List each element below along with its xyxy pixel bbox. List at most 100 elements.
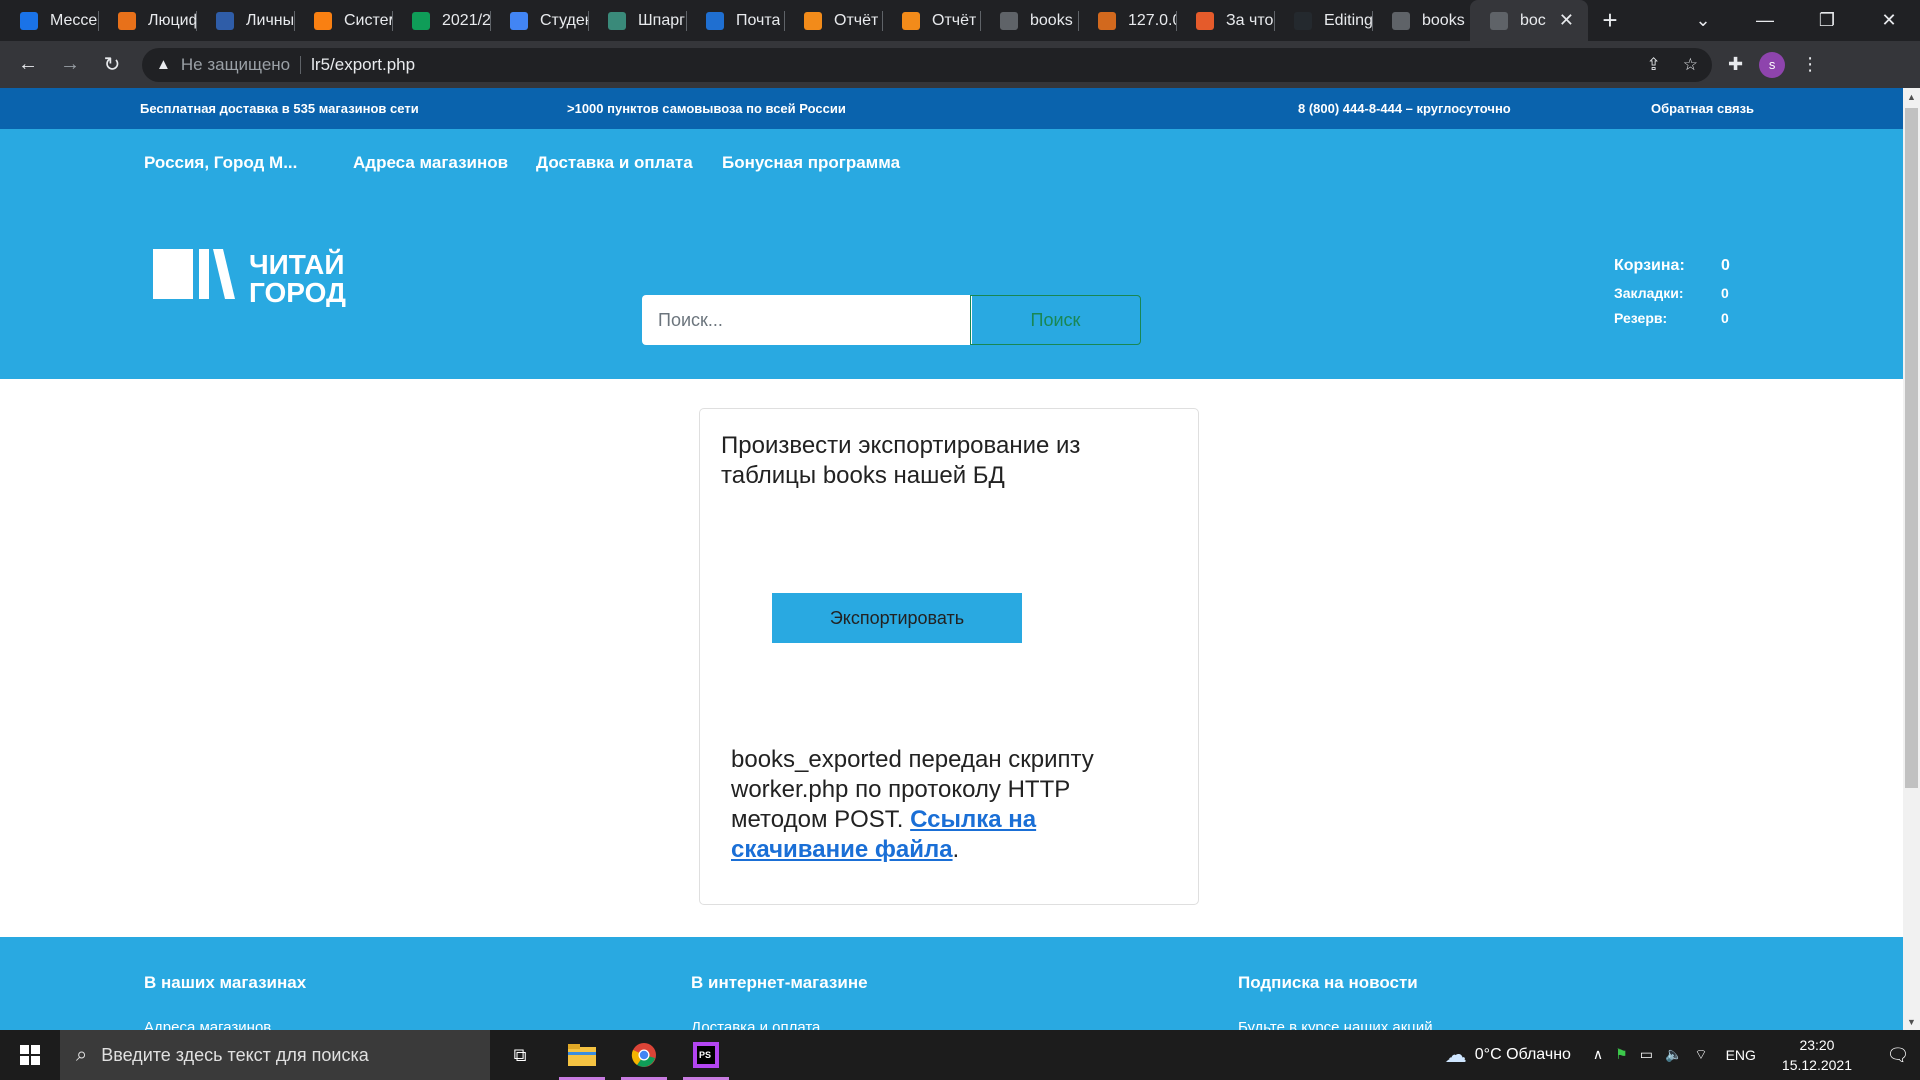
close-tab-icon[interactable]: ✕	[1559, 10, 1574, 31]
cart-label: Корзина:	[1614, 257, 1685, 274]
globe-icon	[1000, 11, 1018, 30]
footer-link-delivery[interactable]: Доставка и оплата	[691, 1019, 820, 1030]
browser-tab[interactable]: books	[980, 0, 1078, 41]
windows-taskbar: ⌕ Введите здесь текст для поиска ⧉ PS ☁ …	[0, 1030, 1920, 1080]
github-icon	[1294, 11, 1312, 30]
network-icon[interactable]: ⌔	[1694, 1046, 1707, 1064]
footer-heading-subscribe: Подписка на новости	[1238, 973, 1418, 992]
notifications-icon[interactable]: 🗨	[1876, 1045, 1920, 1066]
language-indicator[interactable]: ENG	[1726, 1047, 1756, 1063]
nav-link-bonus[interactable]: Бонусная программа	[722, 153, 900, 173]
url-text[interactable]: lr5/export.php	[311, 55, 415, 75]
reload-button[interactable]: ↻	[92, 45, 132, 85]
browser-tabstrip: Мессе Люциф Личны Систем 2021/2 Студен Шпарг По…	[0, 0, 1920, 41]
search-button[interactable]: Поиск	[970, 295, 1141, 345]
browser-tab-label: Отчёт	[834, 11, 879, 29]
cloud-icon	[804, 11, 822, 30]
browser-tab-label: Отчёт	[932, 11, 977, 29]
browser-tab-label: Студен	[540, 11, 588, 29]
bookmarks-value: 0	[1721, 285, 1729, 301]
browser-tab[interactable]: Систем	[294, 0, 392, 41]
browser-tab-label: Мессе	[50, 11, 98, 29]
browser-tab[interactable]: Мессе	[0, 0, 98, 41]
scrollbar-thumb[interactable]	[1905, 108, 1918, 788]
windows-start-button[interactable]	[0, 1030, 60, 1080]
page-scrollbar[interactable]: ▲ ▼	[1903, 88, 1920, 1030]
tab-search-chevron-icon[interactable]: ⌄	[1672, 10, 1734, 31]
browser-tab[interactable]: 127.0.0	[1078, 0, 1176, 41]
browser-tab[interactable]: Editing	[1274, 0, 1372, 41]
litres-icon	[118, 11, 136, 30]
task-view-icon[interactable]: ⧉	[493, 1030, 547, 1080]
browser-tab[interactable]: Шпарг	[588, 0, 686, 41]
new-tab-button[interactable]: +	[1588, 0, 1632, 41]
browser-tab-label: Шпарг	[638, 11, 685, 29]
messenger-icon	[20, 11, 38, 30]
browser-tab-active[interactable]: boc ✕	[1470, 0, 1588, 41]
file-explorer-icon[interactable]	[555, 1030, 609, 1080]
browser-tab[interactable]: Личны	[196, 0, 294, 41]
feedback-link[interactable]: Обратная связь	[1651, 101, 1754, 116]
footer-heading-stores: В наших магазинах	[144, 973, 307, 992]
phone-text[interactable]: 8 (800) 444-8-444 – круглосуточно	[1298, 101, 1511, 116]
footer-link-stores[interactable]: Адреса магазинов	[144, 1019, 271, 1030]
flag-icon[interactable]: ⚑	[1615, 1046, 1628, 1064]
globe-icon	[1490, 11, 1508, 30]
share-icon[interactable]: ⇪	[1647, 55, 1661, 75]
chrome-icon[interactable]	[617, 1030, 671, 1080]
system-tray: ☁ 0°C Облачно ∧ ⚑ ▭ 🔈 ⌔ ENG 23:20 15.12.…	[1445, 1030, 1920, 1080]
browser-tab[interactable]: За что	[1176, 0, 1274, 41]
profile-avatar[interactable]: s	[1759, 51, 1786, 78]
forward-button[interactable]: →	[50, 45, 90, 85]
restore-button[interactable]: ❐	[1796, 10, 1858, 31]
browser-tab[interactable]: Отчёт	[784, 0, 882, 41]
site-topbar: Бесплатная доставка в 535 магазинов сети…	[0, 88, 1903, 129]
clock-date: 15.12.2021	[1781, 1057, 1852, 1073]
not-secure-label[interactable]: Не защищено	[181, 55, 290, 75]
nav-link-stores[interactable]: Адреса магазинов	[353, 153, 508, 173]
browser-tab[interactable]: Отчёт	[882, 0, 980, 41]
cheatsheet-icon	[608, 11, 626, 30]
export-card: Произвести экспортирование из таблицы bo…	[699, 408, 1199, 905]
taskbar-search-box[interactable]: ⌕ Введите здесь текст для поиска	[60, 1030, 490, 1080]
browser-tab-label: 127.0.0	[1128, 11, 1176, 29]
export-button[interactable]: Экспортировать	[772, 593, 1022, 643]
taskbar-search-placeholder: Введите здесь текст для поиска	[101, 1044, 369, 1065]
battery-icon[interactable]: ▭	[1640, 1046, 1653, 1064]
logo-line-2: ГОРОД	[249, 277, 346, 307]
address-divider	[300, 55, 302, 74]
browser-tab-label: Личны	[246, 11, 294, 29]
browser-tab-label: books	[1030, 11, 1073, 29]
minimize-button[interactable]: —	[1734, 10, 1796, 31]
search-input[interactable]	[642, 295, 972, 345]
scroll-up-arrow-icon[interactable]: ▲	[1903, 88, 1920, 105]
browser-tab[interactable]: Люциф	[98, 0, 196, 41]
weather-widget[interactable]: ☁ 0°C Облачно	[1445, 1042, 1571, 1068]
nav-link-delivery[interactable]: Доставка и оплата	[536, 153, 693, 173]
weather-text: 0°C Облачно	[1474, 1046, 1571, 1063]
reserve-label: Резерв:	[1614, 310, 1668, 326]
close-window-button[interactable]: ✕	[1858, 10, 1920, 31]
window-controls: ⌄ — ❐ ✕	[1672, 0, 1920, 41]
back-button[interactable]: ←	[8, 45, 48, 85]
phpstorm-icon[interactable]: PS	[679, 1030, 733, 1080]
show-hidden-icons-chevron-icon[interactable]: ∧	[1593, 1046, 1603, 1064]
browser-tab[interactable]: 2021/2	[392, 0, 490, 41]
browser-tab[interactable]: Почта	[686, 0, 784, 41]
browser-tab-label: books	[1422, 11, 1465, 29]
chitai-gorod-logo[interactable]: ЧИТАЙ ГОРОД	[153, 241, 353, 307]
volume-icon[interactable]: 🔈	[1665, 1046, 1682, 1064]
browser-tab-label: За что	[1226, 11, 1274, 29]
browser-tab-label: Люциф	[148, 11, 196, 29]
taskbar-clock[interactable]: 23:20 15.12.2021	[1782, 1035, 1852, 1075]
docs-icon	[510, 11, 528, 30]
browser-tab[interactable]: books	[1372, 0, 1470, 41]
region-selector[interactable]: Россия, Город М...	[144, 153, 297, 173]
bookmark-star-icon[interactable]: ☆	[1683, 55, 1698, 75]
clock-time: 23:20	[1799, 1037, 1835, 1053]
extensions-puzzle-icon[interactable]: ✚	[1728, 54, 1743, 75]
scroll-down-arrow-icon[interactable]: ▼	[1903, 1013, 1920, 1030]
address-bar[interactable]: ▲ Не защищено lr5/export.php ⇪ ☆	[142, 47, 1712, 82]
browser-tab[interactable]: Студен	[490, 0, 588, 41]
browser-menu-icon[interactable]: ⋮	[1801, 54, 1819, 75]
